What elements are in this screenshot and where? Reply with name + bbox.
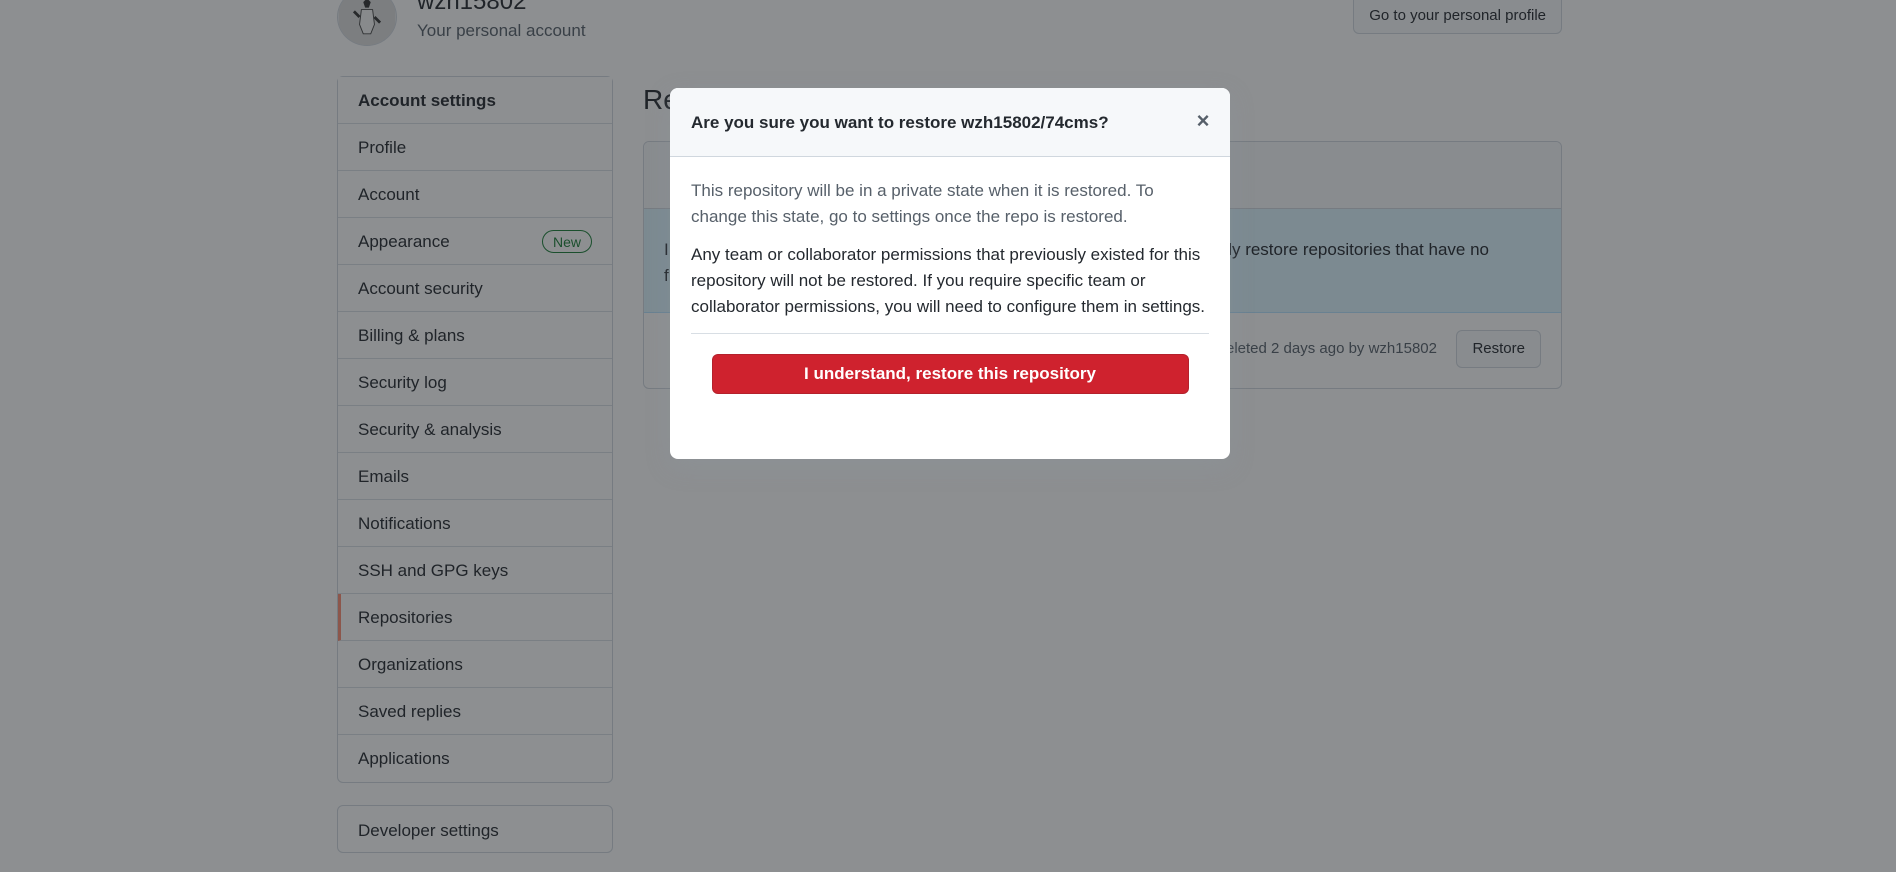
confirm-restore-button[interactable]: I understand, restore this repository <box>711 354 1189 394</box>
settings-page: wzh15802 Your personal account Go to you… <box>0 0 1896 872</box>
dialog-title: Are you sure you want to restore wzh1580… <box>691 113 1109 132</box>
dialog-header: Are you sure you want to restore wzh1580… <box>670 88 1230 157</box>
dialog-divider <box>691 333 1209 334</box>
restore-confirm-dialog: Are you sure you want to restore wzh1580… <box>670 88 1230 459</box>
dialog-paragraph-permissions: Any team or collaborator permissions tha… <box>691 245 1206 316</box>
dialog-body: This repository will be in a private sta… <box>670 157 1230 394</box>
dialog-paragraph-private-state: This repository will be in a private sta… <box>691 181 1154 226</box>
close-icon[interactable]: × <box>1192 110 1214 132</box>
